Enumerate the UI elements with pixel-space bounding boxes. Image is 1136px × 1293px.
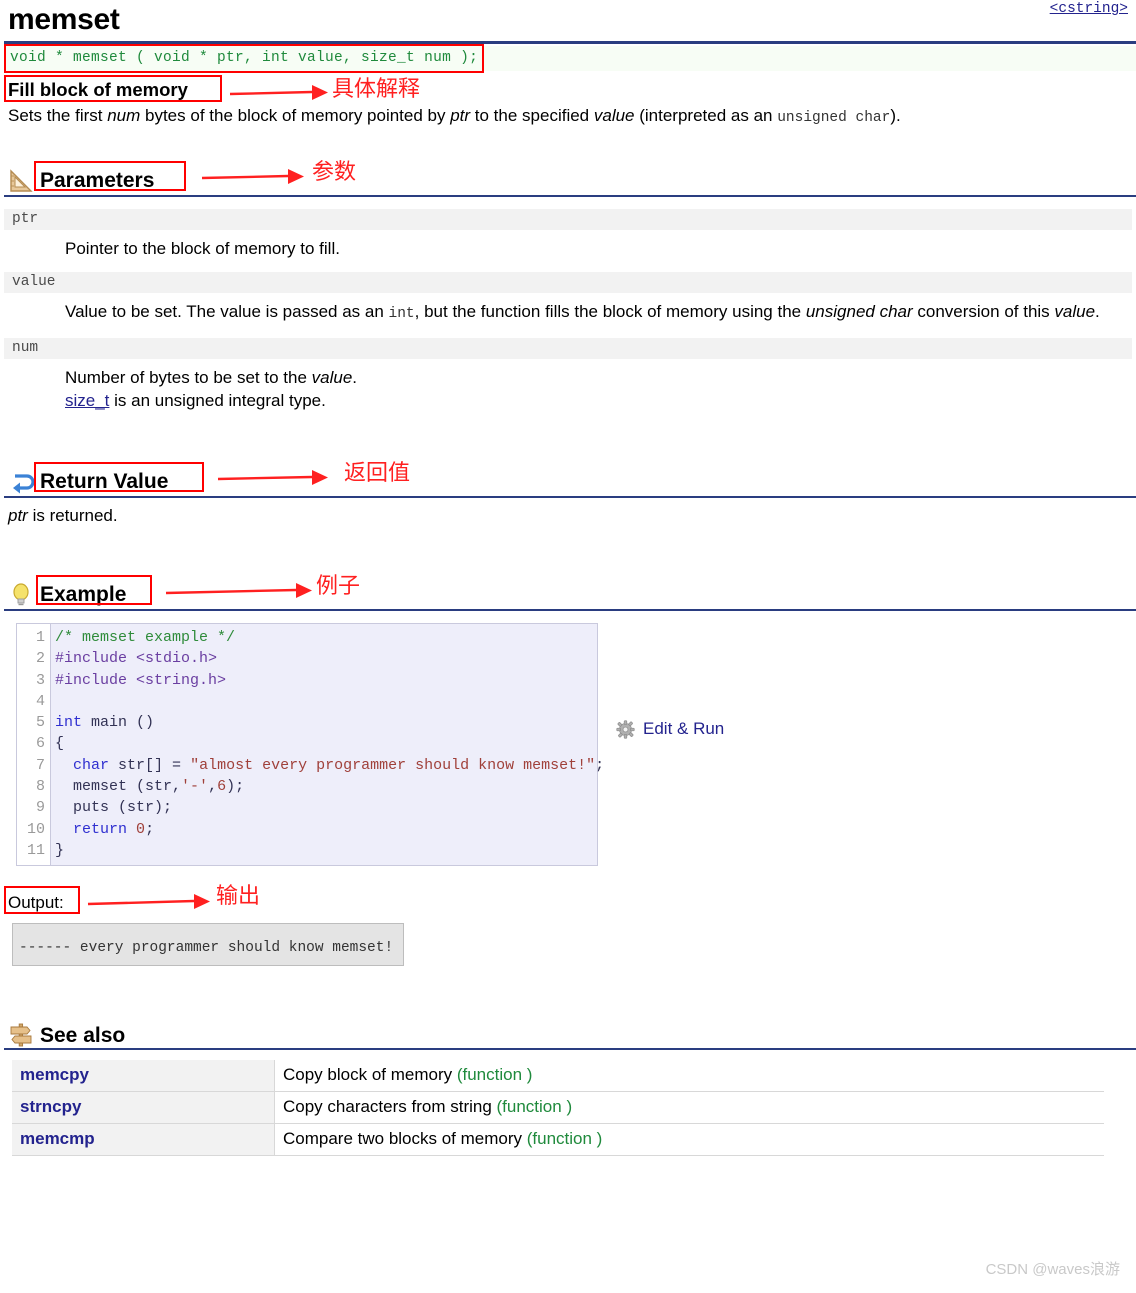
return-arrow-icon xyxy=(13,474,34,494)
code-kw-int: int xyxy=(55,714,83,732)
signpost-icon xyxy=(10,1023,32,1047)
desc-em-ptr: ptr xyxy=(450,106,471,125)
table-row[interactable]: strncpy Copy characters from string (fun… xyxy=(12,1091,1104,1124)
header-file-link[interactable]: <cstring> xyxy=(1050,1,1128,17)
param-desc-num-tail: is an unsigned integral type. xyxy=(109,391,326,410)
desc-em-num: num xyxy=(107,106,141,125)
see-also-heading: See also xyxy=(4,1018,1136,1051)
size-t-link[interactable]: size_t xyxy=(65,391,109,410)
example-title: Example xyxy=(40,583,127,606)
param-desc-num: Number of bytes to be set to the value. … xyxy=(65,368,358,410)
see-also-link-memcpy[interactable]: memcpy xyxy=(20,1065,89,1084)
see-also-table: memcpy Copy block of memory (function ) … xyxy=(12,1060,1104,1156)
section-parameters: Parameters 参数 ptr Pointer to the block o… xyxy=(0,160,1136,412)
see-also-name-cell: memcpy xyxy=(12,1060,275,1092)
annotation-label-output: 输出 xyxy=(216,884,261,910)
annotation-label-brief: 具体解释 xyxy=(332,77,421,102)
see-also-name-cell: memcmp xyxy=(12,1123,275,1156)
return-em-ptr: ptr xyxy=(8,506,28,525)
output-label: Output: xyxy=(8,893,64,913)
see-also-desc-strncpy: Copy characters from string xyxy=(283,1097,497,1117)
line-no-2: 2 xyxy=(35,650,45,668)
reference-page: memset <cstring> void * memset ( void * … xyxy=(0,0,1136,1293)
section-return-value: Return Value 返回值 ptr is returned. xyxy=(0,461,1136,527)
param-em-unsigned-char: unsigned char xyxy=(805,302,913,321)
see-also-kind-strncpy: (function ) xyxy=(496,1097,573,1117)
line-no-7: 7 xyxy=(35,756,45,774)
example-heading: Example 例子 xyxy=(4,574,1136,611)
annotation-arrow-brief xyxy=(229,85,328,100)
param-desc-ptr: Pointer to the block of memory to fill. xyxy=(65,239,340,258)
annotation-label-return: 返回值 xyxy=(344,461,411,486)
param-desc-value: Value to be set. The value is passed as … xyxy=(65,302,1100,322)
line-no-11: 11 xyxy=(26,841,45,859)
see-also-desc-cell: Compare two blocks of memory (function ) xyxy=(274,1123,1104,1156)
section-see-also: See also memcpy Copy block of memory (fu… xyxy=(0,1018,1136,1156)
output-box: ------ every programmer should know mems… xyxy=(12,923,404,967)
see-also-link-memcmp[interactable]: memcmp xyxy=(20,1129,95,1148)
gear-icon xyxy=(616,719,635,739)
section-example: Example 例子 1 2 3 4 5 6 7 8 9 10 11 /* memset examp… xyxy=(0,574,1136,867)
code-line-numbers: 1 2 3 4 5 6 7 8 9 10 11 xyxy=(17,624,51,866)
return-value-body: ptr is returned. xyxy=(8,505,1136,527)
line-no-10: 10 xyxy=(26,820,45,838)
annotation-label-example: 例子 xyxy=(316,574,361,599)
example-code-area: 1 2 3 4 5 6 7 8 9 10 11 /* memset example */ #incl… xyxy=(16,623,1136,867)
brief-description: Sets the first num bytes of the block of… xyxy=(8,106,901,126)
see-also-desc-cell: Copy block of memory (function ) xyxy=(274,1060,1104,1092)
table-row[interactable]: memcmp Compare two blocks of memory (fun… xyxy=(12,1123,1104,1156)
code-comment: /* memset example */ xyxy=(55,629,236,646)
page-title: memset xyxy=(8,3,120,36)
table-row[interactable]: memcpy Copy block of memory (function ) xyxy=(12,1060,1104,1092)
title-divider xyxy=(4,41,1136,44)
param-name-ptr: ptr xyxy=(4,209,1132,230)
annotation-arrow-parameters xyxy=(201,169,304,184)
edit-and-run-button[interactable]: Edit & Run xyxy=(616,719,724,739)
annotation-arrow-return xyxy=(217,470,328,485)
brief-title: Fill block of memory xyxy=(8,79,188,100)
parameters-heading: Parameters 参数 xyxy=(4,160,1136,197)
code-block[interactable]: 1 2 3 4 5 6 7 8 9 10 11 /* memset example */ #incl… xyxy=(16,623,604,867)
code-source: /* memset example */ #include <stdio.h> … xyxy=(55,629,605,859)
desc-type-unsigned-char: unsigned char xyxy=(777,110,891,126)
see-also-desc-memcmp: Compare two blocks of memory xyxy=(283,1129,527,1149)
line-no-4: 4 xyxy=(35,692,45,710)
annotation-label-parameters: 参数 xyxy=(312,160,357,185)
annotation-arrow-example xyxy=(165,583,312,598)
param-em-value2: value xyxy=(311,368,353,387)
param-name-value: value xyxy=(4,272,1132,293)
parameters-title: Parameters xyxy=(40,169,155,192)
see-also-desc-cell: Copy characters from string (function ) xyxy=(274,1091,1104,1124)
param-em-value: value xyxy=(1054,302,1096,321)
param-name-num: num xyxy=(4,338,1132,359)
line-no-3: 3 xyxy=(35,671,45,689)
page-header: memset <cstring> xyxy=(0,0,1136,46)
function-prototype: void * memset ( void * ptr, int value, s… xyxy=(4,46,1136,71)
lightbulb-icon xyxy=(13,583,29,606)
see-also-name-cell: strncpy xyxy=(12,1091,275,1124)
desc-em-value: value xyxy=(593,106,635,125)
see-also-kind-memcpy: (function ) xyxy=(456,1065,533,1085)
see-also-link-strncpy[interactable]: strncpy xyxy=(20,1097,81,1116)
code-include-stdio: #include <stdio.h> xyxy=(55,650,218,668)
annotation-arrow-output xyxy=(87,894,210,910)
line-no-6: 6 xyxy=(35,735,45,753)
watermark: CSDN @waves浪游 xyxy=(985,1261,1120,1278)
return-value-title: Return Value xyxy=(40,470,169,493)
edit-and-run-label: Edit & Run xyxy=(643,719,725,738)
see-also-kind-memcmp: (function ) xyxy=(526,1129,603,1149)
return-value-heading: Return Value 返回值 xyxy=(4,461,1136,498)
see-also-desc-memcpy: Copy block of memory xyxy=(283,1065,457,1085)
line-no-9: 9 xyxy=(35,799,45,817)
line-no-5: 5 xyxy=(35,714,45,732)
see-also-title: See also xyxy=(40,1024,126,1048)
line-no-8: 8 xyxy=(35,778,45,796)
code-include-string: #include <string.h> xyxy=(55,671,227,689)
line-no-1: 1 xyxy=(35,629,45,646)
param-type-int: int xyxy=(388,306,415,322)
return-body-rest: is returned. xyxy=(27,506,118,525)
ruler-triangle-icon xyxy=(10,169,33,192)
